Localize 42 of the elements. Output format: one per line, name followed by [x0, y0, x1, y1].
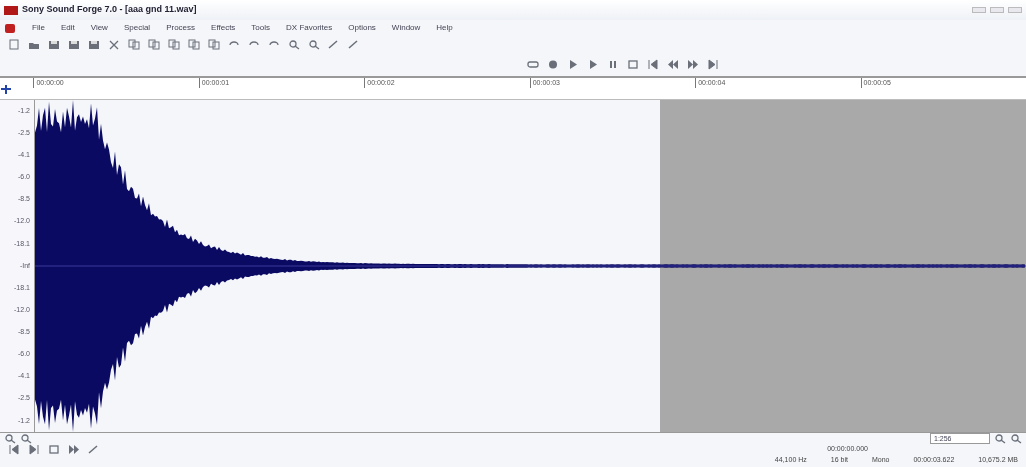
go-to-start-icon[interactable] [647, 58, 659, 70]
menu-item[interactable]: Special [123, 22, 151, 34]
play-icon[interactable] [567, 58, 579, 70]
window-title: Sony Sound Forge 7.0 - [aaa gnd 11.wav] [22, 3, 197, 17]
zoom-icon[interactable] [288, 38, 300, 50]
zoom-out-icon[interactable] [994, 433, 1006, 444]
rewind-icon[interactable] [667, 58, 679, 70]
go-to-end-icon[interactable] [707, 58, 719, 70]
go-to-end-icon[interactable] [28, 444, 40, 455]
fast-forward-icon[interactable] [68, 444, 80, 455]
menu-item[interactable]: Window [391, 22, 421, 34]
zoom-in-icon[interactable] [1010, 433, 1022, 444]
loop-icon[interactable] [527, 58, 539, 70]
menu-item[interactable]: Tools [251, 22, 271, 34]
menu-item[interactable]: View [90, 22, 108, 34]
stop-icon[interactable] [627, 58, 639, 70]
play-icon[interactable] [587, 58, 599, 70]
menu-item[interactable]: Edit [60, 22, 75, 34]
copy-icon[interactable] [128, 38, 140, 50]
marker-icon[interactable] [0, 84, 12, 95]
copy-icon[interactable] [148, 38, 160, 50]
app-logo-icon [4, 5, 18, 15]
menu-item[interactable]: Process [166, 22, 196, 34]
menu-item[interactable]: DX Favorites [286, 22, 333, 34]
go-to-start-icon[interactable] [8, 444, 20, 455]
zoom-out-icon[interactable] [4, 433, 16, 444]
copy-icon[interactable] [168, 38, 180, 50]
document-icon[interactable] [4, 22, 16, 34]
copy-icon[interactable] [188, 38, 200, 50]
fast-forward-icon[interactable] [687, 58, 699, 70]
menu-item[interactable]: Options [348, 22, 376, 34]
new-file-icon[interactable] [8, 38, 20, 50]
zoom-icon[interactable] [308, 38, 320, 50]
menu-item[interactable]: File [32, 22, 45, 34]
pause-icon[interactable] [607, 58, 619, 70]
zoom-in-icon[interactable] [20, 433, 32, 444]
record-icon[interactable] [547, 58, 559, 70]
cut-icon[interactable] [108, 38, 120, 50]
menu-item[interactable]: Effects [211, 22, 236, 34]
stop-icon[interactable] [48, 444, 60, 455]
menu-item[interactable]: Help [436, 22, 453, 34]
copy-icon[interactable] [208, 38, 220, 50]
